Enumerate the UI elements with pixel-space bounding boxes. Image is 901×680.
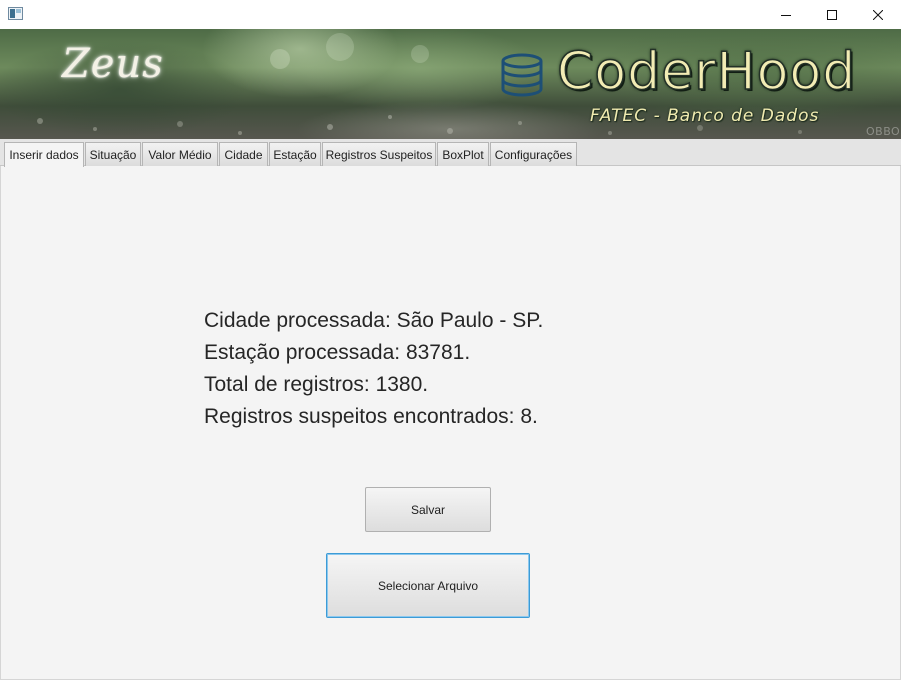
tab-estacao[interactable]: Estação bbox=[269, 142, 321, 166]
app-window-icon bbox=[8, 7, 23, 20]
registros-suspeitos-text: Registros suspeitos encontrados: 8. bbox=[204, 405, 538, 428]
minimize-button[interactable] bbox=[763, 0, 809, 29]
close-icon bbox=[873, 9, 883, 20]
tab-inserir-dados[interactable]: Inserir dados bbox=[4, 142, 84, 167]
tab-cidade[interactable]: Cidade bbox=[219, 142, 268, 166]
total-registros-text: Total de registros: 1380. bbox=[204, 373, 429, 396]
brand-title: CoderHood bbox=[556, 41, 857, 103]
tab-bar: Inserir dados Situação Valor Médio Cidad… bbox=[0, 139, 901, 167]
banner-watermark-text: OBBO bbox=[866, 125, 901, 138]
header-banner: Zeus CoderHood FATEC - Banco de Dados OB… bbox=[0, 29, 901, 139]
brand-subtitle: FATEC - Banco de Dados bbox=[590, 106, 820, 126]
tab-valor-medio[interactable]: Valor Médio bbox=[142, 142, 218, 166]
select-file-button[interactable]: Selecionar Arquivo bbox=[326, 553, 530, 618]
tab-configuracoes[interactable]: Configurações bbox=[490, 142, 577, 166]
estacao-processada-text: Estação processada: 83781. bbox=[204, 341, 471, 364]
minimize-icon bbox=[781, 14, 791, 16]
close-button[interactable] bbox=[855, 0, 901, 29]
zeus-logo-text: Zeus bbox=[62, 41, 164, 87]
tab-boxplot[interactable]: BoxPlot bbox=[437, 142, 489, 166]
maximize-button[interactable] bbox=[809, 0, 855, 29]
inserir-dados-panel: Cidade processada: São Paulo - SP. Estaç… bbox=[0, 166, 901, 680]
save-button[interactable]: Salvar bbox=[365, 487, 491, 532]
cidade-processada-text: Cidade processada: São Paulo - SP. bbox=[204, 309, 544, 332]
tab-situacao[interactable]: Situação bbox=[85, 142, 141, 166]
maximize-icon bbox=[827, 9, 837, 20]
database-icon bbox=[501, 53, 543, 97]
tab-registros-suspeitos[interactable]: Registros Suspeitos bbox=[322, 142, 436, 166]
window-title-bar bbox=[0, 0, 901, 29]
